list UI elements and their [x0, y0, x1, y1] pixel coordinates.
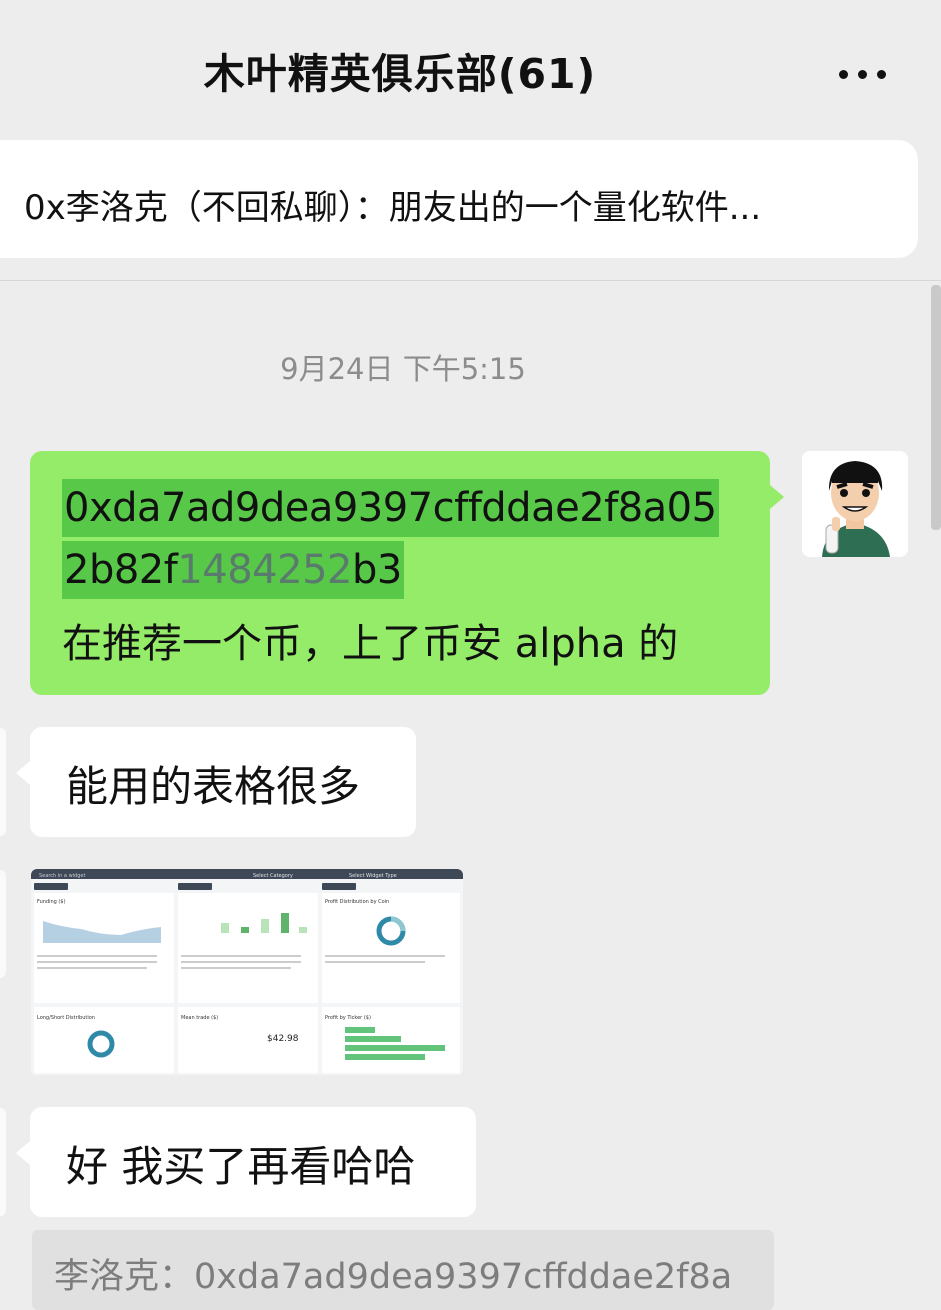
- dashboard-screenshot-image: Search in a widget Select Category Selec…: [31, 869, 463, 1075]
- image-message-thumbnail[interactable]: Search in a widget Select Category Selec…: [31, 869, 463, 1075]
- message-timestamp: 9月24日 下午5:15: [280, 352, 526, 386]
- thumb-panel-title: Long/Short Distribution: [37, 1015, 95, 1021]
- avatar-character-icon: [802, 451, 908, 557]
- header-divider: [0, 280, 941, 281]
- incoming-message-bubble[interactable]: 能用的表格很多: [16, 727, 416, 837]
- thumb-panel-title: Profit Distribution by Coin: [325, 899, 389, 905]
- scrollbar[interactable]: [931, 285, 941, 530]
- thumb-mean-value: $42.98: [267, 1034, 299, 1044]
- thumb-panel-title: Profit by Ticker ($): [325, 1015, 371, 1021]
- quoted-message[interactable]: 李洛克：0xda7ad9dea9397cffddae2f8a: [32, 1230, 774, 1310]
- left-avatar-edge: [0, 728, 6, 836]
- outgoing-message-bubble[interactable]: 0xda7ad9dea9397cffddae2f8a05 2b82f148425…: [30, 451, 784, 695]
- thumb-category-text: Select Category: [253, 873, 293, 879]
- incoming-message-text: 能用的表格很多: [66, 762, 361, 811]
- thumb-type-text: Select Widget Type: [349, 873, 397, 879]
- pinned-message-banner[interactable]: 0x李洛克（不回私聊）：朋友出的一个量化软件...: [0, 140, 918, 258]
- address-line-2: 2b82f1484252b3: [62, 541, 404, 599]
- left-avatar-edge: [0, 1108, 6, 1216]
- chat-header: 木叶精英俱乐部(61): [0, 0, 941, 140]
- thumb-panel-title: Mean trade ($): [181, 1015, 218, 1021]
- pinned-message-text: 0x李洛克（不回私聊）：朋友出的一个量化软件...: [24, 188, 762, 228]
- quoted-message-text: 李洛克：0xda7ad9dea9397cffddae2f8a: [54, 1257, 733, 1297]
- outgoing-message-text: 在推荐一个币，上了币安 alpha 的: [62, 621, 679, 667]
- incoming-message-bubble[interactable]: 好 我买了再看哈哈: [16, 1107, 476, 1217]
- left-avatar-edge: [0, 870, 6, 978]
- chat-title: 木叶精英俱乐部(61): [203, 50, 597, 98]
- address-part-a: 2b82f: [64, 547, 178, 593]
- address-part-highlight: 1484252: [177, 547, 352, 593]
- thumb-panel-title: Funding ($): [37, 899, 66, 905]
- avatar[interactable]: [802, 451, 908, 557]
- address-line-1: 0xda7ad9dea9397cffddae2f8a05: [62, 479, 719, 537]
- ellipsis-icon[interactable]: [835, 52, 891, 92]
- address-part-c: b3: [351, 547, 402, 593]
- thumb-search-text: Search in a widget: [39, 873, 85, 879]
- incoming-message-text: 好 我买了再看哈哈: [66, 1142, 416, 1191]
